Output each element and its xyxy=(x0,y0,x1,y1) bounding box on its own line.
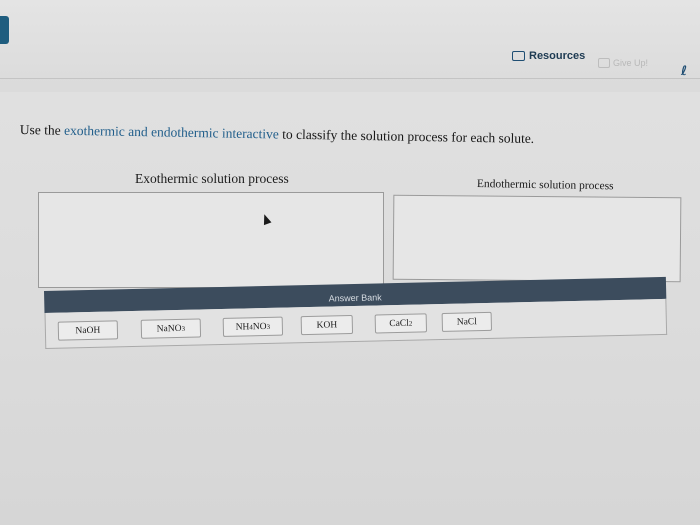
instruction-prefix: Use the xyxy=(19,122,65,138)
interactive-link[interactable]: exothermic and endothermic interactive xyxy=(64,123,279,142)
hint-icon[interactable]: ℓ xyxy=(681,64,687,79)
chip-label: CaCl xyxy=(389,318,409,329)
top-bar: Resources Give Up! ℓ xyxy=(0,0,700,79)
exothermic-dropzone[interactable] xyxy=(38,192,384,288)
chip-label: NaOH xyxy=(75,325,101,336)
answer-chip-nh4no3[interactable]: NH 4 NO 3 xyxy=(222,316,284,337)
answer-chip-cacl2[interactable]: CaCl 2 xyxy=(374,313,428,334)
give-up-button[interactable]: Give Up! xyxy=(598,58,648,68)
chip-label: NaCl xyxy=(456,316,477,328)
answer-chip-nacl[interactable]: NaCl xyxy=(441,311,493,332)
give-up-icon xyxy=(598,58,610,68)
endothermic-dropzone[interactable] xyxy=(392,194,682,283)
resources-label: Resources xyxy=(529,50,586,62)
page: Resources Give Up! ℓ Use the exothermic … xyxy=(0,0,700,525)
resources-icon xyxy=(512,51,525,61)
answer-bank: Answer Bank NaOH NaNO 3 NH 4 NO 3 KOH CaCl 2 … xyxy=(44,276,668,371)
chip-label: KOH xyxy=(316,319,338,331)
chip-label: NH xyxy=(235,321,250,333)
chip-label: NaNO xyxy=(156,323,182,334)
chip-label-tail: NO xyxy=(252,321,267,332)
answer-chip-naoh[interactable]: NaOH xyxy=(57,320,119,341)
left-panel-tab[interactable] xyxy=(0,16,9,44)
instruction-suffix: to classify the solution process for eac… xyxy=(278,126,535,146)
answer-chip-koh[interactable]: KOH xyxy=(300,315,354,336)
exothermic-label: Exothermic solution process xyxy=(135,171,289,186)
give-up-label: Give Up! xyxy=(613,58,649,68)
resources-button[interactable]: Resources xyxy=(512,50,585,62)
endothermic-label: Endothermic solution process xyxy=(476,178,614,193)
answer-chip-nano3[interactable]: NaNO 3 xyxy=(140,318,202,339)
